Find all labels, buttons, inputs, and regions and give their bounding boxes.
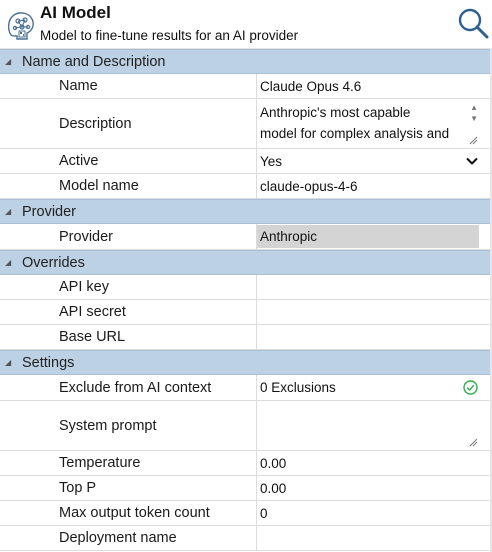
dialog-title: AI Model [40,3,111,22]
property-row-temperature: Temperature 0.00 [0,451,492,476]
active-select-value: Yes [260,153,283,169]
section-title: Provider [22,203,76,220]
property-row-name: Name Claude Opus 4.6 [0,74,492,99]
section-title: Settings [22,354,75,371]
property-label: Active [54,149,257,173]
api-secret-input[interactable] [257,300,492,324]
section-provider[interactable]: ◢ Provider [0,199,492,224]
dialog-header: AI Model Model to fine-tune results for … [0,0,492,49]
deployment-name-input[interactable] [257,526,492,550]
property-label: Temperature [54,451,257,475]
property-row-model-name: Model name claude-opus-4-6 [0,174,492,199]
property-label: API secret [54,300,257,324]
exclusions-field[interactable]: 0 Exclusions [257,375,492,400]
property-label: Description [54,99,257,148]
property-row-base-url: Base URL [0,325,492,350]
property-row-deployment: Deployment name [0,526,492,551]
provider-value: Anthropic [257,225,479,248]
description-line: model for complex analysis and [260,126,450,141]
description-line: Anthropic's most capable [260,105,411,120]
property-label: Model name [54,174,257,198]
property-label: Name [54,74,257,98]
textarea-scroll-arrows-icon[interactable]: ▲ ▼ [470,102,478,124]
ai-brain-icon [7,12,34,40]
property-label: Top P [54,476,257,500]
name-input[interactable]: Claude Opus 4.6 [257,74,492,98]
check-circle-icon[interactable] [463,380,478,395]
property-label: Provider [54,224,257,249]
temperature-input[interactable]: 0.00 [257,451,492,475]
property-row-description: Description Anthropic's most capable mod… [0,99,492,149]
provider-field: Anthropic [257,224,492,249]
resize-grip-icon[interactable] [469,438,478,447]
chevron-down-icon[interactable] [466,157,478,165]
system-prompt-textarea[interactable] [257,401,492,450]
resize-grip-icon[interactable] [469,136,478,145]
section-title: Name and Description [22,53,166,70]
property-row-max-tokens: Max output token count 0 [0,501,492,526]
collapse-triangle-icon[interactable]: ◢ [5,207,15,216]
property-label: Exclude from AI context [54,375,257,400]
section-overrides[interactable]: ◢ Overrides [0,250,492,275]
description-textarea[interactable]: Anthropic's most capable model for compl… [257,99,492,148]
property-row-api-secret: API secret [0,300,492,325]
property-grid: ◢ Name and Description Name Claude Opus … [0,49,492,551]
api-key-input[interactable] [257,275,492,299]
property-label: API key [54,275,257,299]
active-select[interactable]: Yes [257,149,492,173]
property-row-api-key: API key [0,275,492,300]
top-p-input[interactable]: 0.00 [257,476,492,500]
property-label: System prompt [54,401,257,450]
collapse-triangle-icon[interactable]: ◢ [5,57,15,66]
property-row-exclude: Exclude from AI context 0 Exclusions [0,375,492,401]
dialog-subtitle: Model to fine-tune results for an AI pro… [40,28,299,43]
section-settings[interactable]: ◢ Settings [0,350,492,375]
property-label: Base URL [54,325,257,349]
property-label: Deployment name [54,526,257,550]
collapse-triangle-icon[interactable]: ◢ [5,258,15,267]
model-name-input[interactable]: claude-opus-4-6 [257,174,492,198]
base-url-input[interactable] [257,325,492,349]
property-row-active: Active Yes [0,149,492,174]
collapse-triangle-icon[interactable]: ◢ [5,358,15,367]
property-row-provider: Provider Anthropic [0,224,492,250]
property-row-system-prompt: System prompt [0,401,492,451]
exclusions-value: 0 Exclusions [260,380,336,395]
section-title: Overrides [22,254,85,271]
section-name-and-description[interactable]: ◢ Name and Description [0,49,492,74]
max-output-token-input[interactable]: 0 [257,501,492,525]
property-label: Max output token count [54,501,257,525]
search-icon[interactable] [456,6,490,40]
property-row-top-p: Top P 0.00 [0,476,492,501]
